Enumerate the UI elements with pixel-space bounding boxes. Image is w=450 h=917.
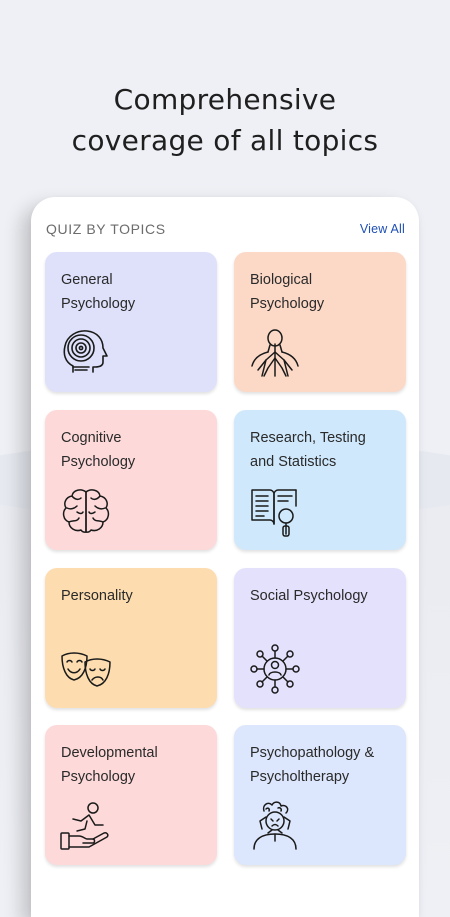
topic-label: Psychopathology & Psycholtherapy: [250, 745, 375, 785]
topic-label: Personality: [61, 588, 133, 604]
phone-screen: QUIZ BY TOPICS View All General Psycholo…: [31, 197, 419, 917]
hand-child-icon: [59, 799, 113, 853]
section-header: QUIZ BY TOPICS View All: [46, 219, 405, 239]
topic-card-biological-psychology[interactable]: Biological Psychology: [234, 252, 406, 392]
page-headline: Comprehensive coverage of all topics: [0, 79, 450, 161]
topic-label: Biological Psychology: [250, 272, 325, 312]
head-target-icon: [59, 326, 113, 380]
social-network-icon: [248, 642, 302, 696]
section-title: QUIZ BY TOPICS: [46, 221, 166, 237]
topic-card-general-psychology[interactable]: General Psychology: [45, 252, 217, 392]
topic-card-social-psychology[interactable]: Social Psychology: [234, 568, 406, 708]
headline-line-1: Comprehensive: [113, 82, 337, 116]
topic-card-cognitive-psychology[interactable]: Cognitive Psychology: [45, 410, 217, 550]
headline-line-2: coverage of all topics: [71, 123, 379, 157]
distressed-person-icon: [248, 799, 302, 853]
nervous-system-icon: [248, 326, 302, 380]
topic-card-developmental-psychology[interactable]: Developmental Psychology: [45, 725, 217, 865]
topic-label: Cognitive Psychology: [61, 430, 136, 470]
topic-label: Research, Testing and Statistics: [250, 430, 366, 470]
theater-masks-icon: [59, 642, 113, 696]
topic-card-research-testing-statistics[interactable]: Research, Testing and Statistics: [234, 410, 406, 550]
topic-card-psychopathology-psychotherapy[interactable]: Psychopathology & Psycholtherapy: [234, 725, 406, 865]
topic-label: Developmental Psychology: [61, 745, 158, 785]
topic-label: General Psychology: [61, 272, 136, 312]
book-magnifier-icon: [248, 484, 302, 538]
topic-label: Social Psychology: [250, 588, 368, 604]
topic-card-personality[interactable]: Personality: [45, 568, 217, 708]
view-all-link[interactable]: View All: [360, 222, 405, 236]
brain-icon: [59, 484, 113, 538]
